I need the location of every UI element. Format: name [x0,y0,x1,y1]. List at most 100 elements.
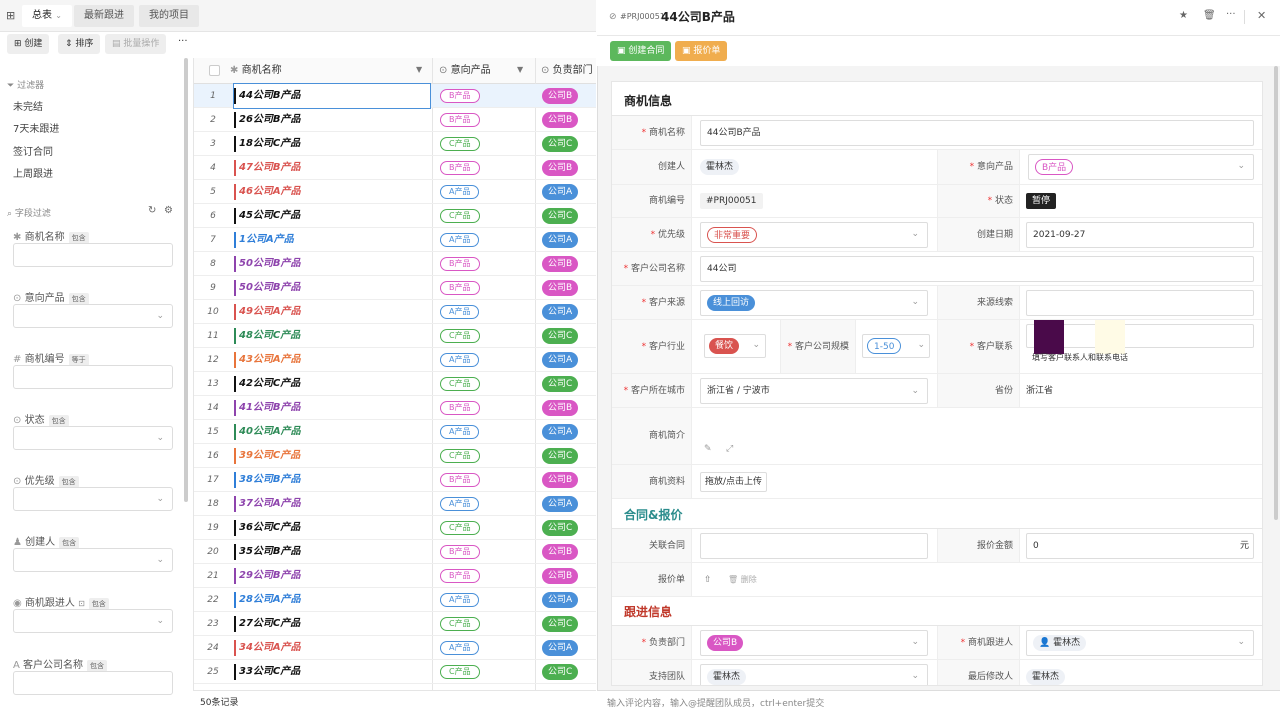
row-name-cell[interactable]: 28公司A产品 [234,592,430,608]
table-row[interactable]: 20 35公司B产品 B产品 公司B [194,540,596,564]
upload-button[interactable]: 拖放/点击上传 [700,472,768,492]
table-row[interactable]: 15 40公司A产品 A产品 公司A [194,420,596,444]
row-name-cell[interactable]: 37公司A产品 [234,496,430,512]
trash-icon[interactable]: 🗑 [1203,10,1216,21]
row-name-cell[interactable]: 35公司B产品 [234,544,430,560]
star-icon[interactable]: ★ [1179,10,1188,21]
table-row[interactable]: 2 26公司B产品 B产品 公司B [194,108,596,132]
close-icon[interactable]: ✕ [1257,9,1266,22]
header-product[interactable]: ⊙ 意向产品 [439,58,529,84]
table-row[interactable]: 23 27公司C产品 C产品 公司C [194,612,596,636]
table-row[interactable]: 10 49公司A产品 A产品 公司A [194,300,596,324]
sort-button[interactable]: ⇕ 排序 [58,34,101,54]
row-name-cell[interactable]: 45公司C产品 [234,208,430,224]
row-name-cell[interactable]: 1公司A产品 [234,232,430,248]
table-row[interactable]: 21 29公司B产品 B产品 公司B [194,564,596,588]
row-name-cell[interactable]: 38公司B产品 [234,472,430,488]
batch-button[interactable]: ▤ 批量操作 [105,34,167,54]
dropdown-caret-icon[interactable]: ▼ [517,65,523,74]
clue-input[interactable] [1026,290,1254,316]
detail-scrollbar[interactable] [1274,66,1278,520]
intro-editor[interactable]: ✎ ⤢ [692,408,1262,465]
dropdown-caret-icon[interactable]: ▼ [416,65,422,74]
expand-icon[interactable]: ⤢ [726,444,733,454]
table-row[interactable]: 9 50公司B产品 B产品 公司B [194,276,596,300]
row-name-cell[interactable]: 26公司B产品 [234,112,430,128]
gear-icon[interactable]: ⚙ [164,205,173,216]
filter-item[interactable]: 签订合同 [13,143,53,158]
table-row[interactable]: 24 34公司A产品 A产品 公司A [194,636,596,660]
row-name-cell[interactable]: 50公司B产品 [234,280,430,296]
filter-item[interactable]: 未完结 [13,98,43,113]
follower-filter-select[interactable]: ⌄ [13,609,173,633]
name-filter-input[interactable] [13,243,173,267]
table-row[interactable]: 19 36公司C产品 C产品 公司C [194,516,596,540]
edit-icon[interactable]: ✎ [704,444,712,454]
status-filter-select[interactable]: ⌄ [13,426,173,450]
row-name-cell[interactable]: 44公司B产品 [233,83,431,109]
row-name-cell[interactable]: 18公司C产品 [234,136,430,152]
table-row[interactable]: 4 47公司B产品 B产品 公司B [194,156,596,180]
table-row[interactable]: 5 46公司A产品 A产品 公司A [194,180,596,204]
filter-item[interactable]: 上周跟进 [13,165,53,180]
row-name-cell[interactable]: 43公司A产品 [234,352,430,368]
product-filter-select[interactable]: ⌄ [13,304,173,328]
delete-button[interactable]: 🗑 删除 [728,563,757,597]
filter-item[interactable]: 7天未跟进 [13,120,59,135]
refresh-icon[interactable]: ↻ [148,205,156,216]
header-name[interactable]: ✱ 商机名称 [230,58,430,84]
scale-select[interactable]: 1-50 ⌄ [862,334,930,358]
city-select[interactable]: 浙江省 / 宁波市 ⌄ [700,378,928,404]
team-select[interactable]: 霍林杰 ⌄ [700,664,928,685]
row-name-cell[interactable]: 42公司C产品 [234,376,430,392]
dept-select[interactable]: 公司B ⌄ [700,630,928,656]
created-date-input[interactable]: 2021-09-27 [1026,222,1254,248]
table-row[interactable]: 14 41公司B产品 B产品 公司B [194,396,596,420]
company-input[interactable]: 44公司 [700,256,1254,282]
status-badge[interactable]: 暂停 [1026,193,1057,209]
table-row[interactable]: 8 50公司B产品 B产品 公司B [194,252,596,276]
header-dept[interactable]: ⊙ 负责部门 [541,58,596,84]
table-row[interactable]: 3 18公司C产品 C产品 公司C [194,132,596,156]
table-row[interactable]: 22 28公司A产品 A产品 公司A [194,588,596,612]
create-button[interactable]: ⊞ 创建 [7,34,50,54]
table-row[interactable]: 1 44公司B产品 B产品 公司B [194,83,596,109]
source-select[interactable]: 线上回访 ⌄ [700,290,928,316]
table-row[interactable]: 25 33公司C产品 C产品 公司C [194,660,596,684]
table-row[interactable]: 6 45公司C产品 C产品 公司C [194,204,596,228]
filter-scrollbar[interactable] [184,58,188,502]
upload-icon[interactable]: ⇧ [704,563,712,597]
row-name-cell[interactable]: 48公司C产品 [234,328,430,344]
tab-all[interactable]: 总表 ⌄ [22,5,72,27]
quote-button[interactable]: ▣ 报价单 [675,41,728,61]
creator-filter-select[interactable]: ⌄ [13,548,173,572]
industry-select[interactable]: 餐饮 ⌄ [704,334,766,358]
row-name-cell[interactable]: 40公司A产品 [234,424,430,440]
more-icon[interactable]: ··· [1226,9,1236,20]
row-name-cell[interactable]: 29公司B产品 [234,568,430,584]
company-filter-input[interactable] [13,671,173,695]
follower-select[interactable]: 👤 霍林杰 ⌄ [1026,630,1254,656]
priority-select[interactable]: 非常重要 ⌄ [700,222,928,248]
table-row[interactable]: 12 43公司A产品 A产品 公司A [194,348,596,372]
table-row[interactable]: 18 37公司A产品 A产品 公司A [194,492,596,516]
tab-latest[interactable]: 最新跟进 [74,5,134,27]
contract-input[interactable] [700,533,928,559]
row-name-cell[interactable]: 34公司A产品 [234,640,430,656]
product-select[interactable]: B产品 ⌄ [1028,154,1254,180]
tab-my-projects[interactable]: 我的项目 [139,5,199,27]
row-name-cell[interactable]: 50公司B产品 [234,256,430,272]
code-filter-input[interactable] [13,365,173,389]
row-name-cell[interactable]: 49公司A产品 [234,304,430,320]
name-input[interactable]: 44公司B产品 [700,120,1254,146]
row-name-cell[interactable]: 27公司C产品 [234,616,430,632]
table-row[interactable]: 13 42公司C产品 C产品 公司C [194,372,596,396]
row-name-cell[interactable]: 46公司A产品 [234,184,430,200]
row-name-cell[interactable]: 33公司C产品 [234,664,430,680]
row-name-cell[interactable]: 36公司C产品 [234,520,430,536]
row-name-cell[interactable]: 47公司B产品 [234,160,430,176]
table-row[interactable]: 17 38公司B产品 B产品 公司B [194,468,596,492]
select-all-checkbox[interactable] [209,65,220,76]
table-row[interactable]: 7 1公司A产品 A产品 公司A [194,228,596,252]
grid-icon[interactable]: ⊞ [6,9,15,22]
